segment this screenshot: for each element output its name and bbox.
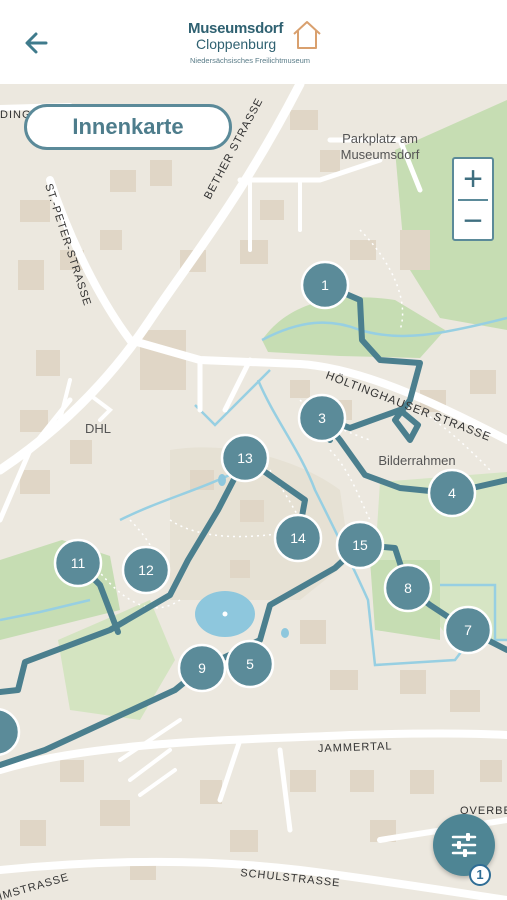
station-label: 11: [71, 555, 86, 571]
station-label: 13: [237, 450, 253, 466]
pond-marker: [222, 611, 228, 617]
station-marker-3[interactable]: 3: [297, 393, 347, 443]
app-header: Museumsdorf Cloppenburg Niedersächsische…: [0, 0, 507, 84]
station-marker-11[interactable]: 11: [53, 538, 103, 588]
place-label-dhl: DHL: [85, 421, 111, 436]
station-label: 4: [448, 485, 456, 501]
map-canvas[interactable]: DING BETHER STRASSE ST.-PETER-STRASSE HÖ…: [0, 84, 507, 900]
station-marker-4[interactable]: 4: [427, 468, 477, 518]
station-label: 8: [404, 580, 412, 596]
station-marker-15[interactable]: 15: [335, 520, 385, 570]
pond-small: [281, 628, 289, 638]
station-label: 3: [318, 410, 326, 426]
station-label: 1: [321, 277, 329, 293]
house-icon: [293, 21, 321, 49]
zoom-control: + −: [452, 157, 494, 241]
station-label: 12: [138, 562, 154, 578]
place-label-parkplatz-line2: Museumsdorf: [341, 147, 420, 162]
place-label-parkplatz-line1: Parkplatz am: [342, 131, 418, 146]
station-label: 14: [290, 530, 306, 546]
pond-small: [218, 474, 226, 486]
station-marker-14[interactable]: 14: [273, 513, 323, 563]
info-badge[interactable]: 1: [469, 864, 491, 886]
station-marker-9[interactable]: 9: [177, 643, 227, 693]
museum-logo: Museumsdorf Cloppenburg Niedersächsische…: [186, 16, 326, 72]
station-marker-13[interactable]: 13: [220, 433, 270, 483]
logo-tagline: Niedersächsisches Freilichtmuseum: [190, 56, 311, 65]
back-arrow-icon[interactable]: [20, 26, 54, 60]
station-marker-7[interactable]: 7: [443, 605, 493, 655]
station-label: 15: [352, 537, 368, 553]
zoom-out-minus-icon[interactable]: −: [454, 201, 492, 241]
innenkarte-button[interactable]: Innenkarte: [24, 104, 232, 150]
station-label: 7: [464, 622, 472, 638]
logo-subtitle: Cloppenburg: [196, 36, 277, 52]
station-marker-1[interactable]: 1: [300, 260, 350, 310]
zoom-in-plus-icon[interactable]: +: [454, 159, 492, 199]
station-marker-5[interactable]: 5: [225, 639, 275, 689]
station-label: 9: [198, 660, 206, 676]
station-label: 5: [246, 656, 254, 672]
station-marker-8[interactable]: 8: [383, 563, 433, 613]
place-label-bilderrahmen: Bilderrahmen: [378, 453, 455, 468]
logo-title: Museumsdorf: [188, 20, 284, 37]
station-marker-12[interactable]: 12: [121, 545, 171, 595]
